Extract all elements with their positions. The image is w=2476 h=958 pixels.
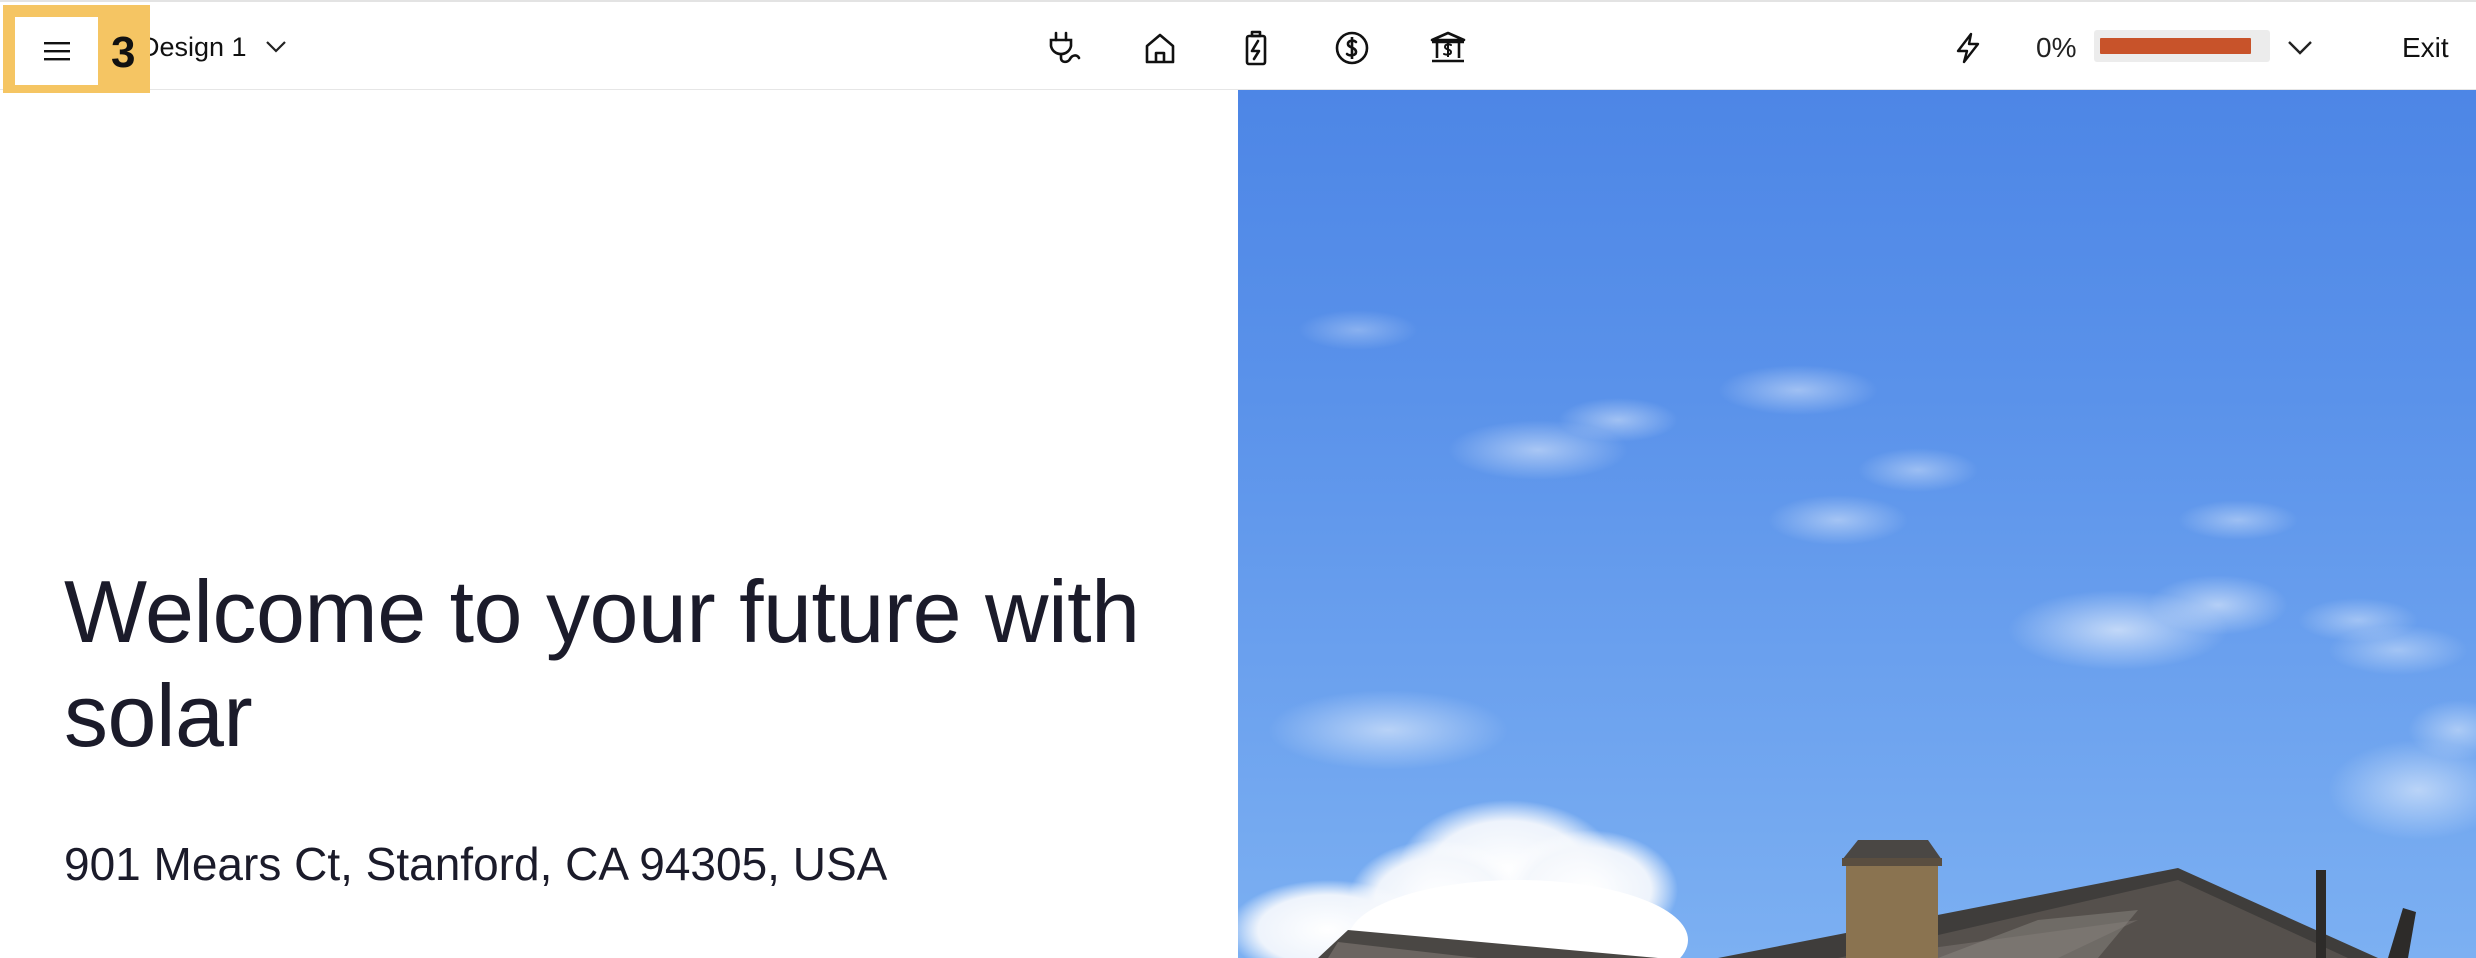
battery-charging-icon[interactable] [1232, 24, 1280, 72]
chevron-down-icon [265, 41, 286, 53]
house-photo [1238, 90, 2476, 958]
dollar-circle-icon[interactable] [1328, 24, 1376, 72]
exit-button[interactable]: Exit [2402, 24, 2449, 72]
menu-highlight: 3 [3, 5, 150, 93]
energy-icon-wrap [1944, 24, 1992, 72]
nav-icons [1040, 24, 1472, 72]
chevron-down-icon [2288, 41, 2312, 55]
plug-icon[interactable] [1040, 24, 1088, 72]
progress-bar-fill [2100, 38, 2251, 54]
page-title: Welcome to your future with solar [64, 562, 1140, 765]
hamburger-menu-icon [43, 42, 70, 61]
design-label: Design 1 [140, 31, 247, 62]
address-text: 901 Mears Ct, Stanford, CA 94305, USA [64, 838, 888, 890]
step-badge: 3 [111, 28, 136, 77]
home-icon[interactable] [1136, 24, 1184, 72]
progress-bar [2094, 30, 2270, 62]
house-roof-image [1238, 310, 2476, 958]
progress-expand-button[interactable] [2280, 24, 2320, 72]
menu-button[interactable] [15, 17, 98, 85]
lightning-bolt-icon [1956, 32, 1980, 64]
design-selector[interactable]: Design 1 [140, 22, 287, 72]
bank-dollar-icon[interactable] [1424, 24, 1472, 72]
top-bar: 3 Design 1 0% Exit [0, 0, 2476, 93]
progress-percent: 0% [2036, 32, 2077, 63]
